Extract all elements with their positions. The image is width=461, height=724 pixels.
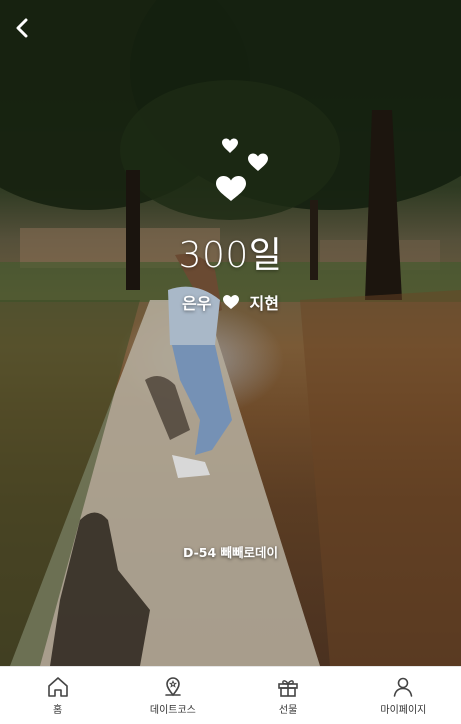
anniversary-title: 300일: [178, 235, 283, 276]
tab-mypage[interactable]: 마이페이지: [353, 667, 453, 724]
dday-countdown: D-54 빼빼로데이: [182, 545, 279, 560]
tab-label: 마이페이지: [380, 705, 427, 716]
heart-icon: [216, 176, 246, 201]
gift-icon: [278, 680, 298, 697]
map-pin-icon: [165, 677, 181, 697]
tab-gift[interactable]: 선물: [238, 667, 338, 724]
couple-names: 은우 지현: [0, 290, 461, 314]
heart-icon: [248, 153, 268, 171]
tab-date-course[interactable]: 데이트코스: [123, 667, 223, 724]
tab-label: 데이트코스: [149, 705, 196, 716]
heart-icon: [222, 138, 238, 153]
user-icon: [394, 677, 413, 697]
home-icon: [47, 677, 68, 697]
bottom-tab-bar: 홈 데이트코스 선물 마이페이지: [0, 666, 461, 724]
heart-icon: [222, 295, 239, 309]
partner-right-name: 지현: [249, 294, 279, 313]
floating-hearts: [216, 138, 268, 201]
tab-label: 홈: [53, 705, 63, 716]
tab-label: 선물: [278, 705, 298, 716]
partner-left-name: 은우: [182, 294, 212, 313]
tab-home[interactable]: 홈: [8, 667, 108, 724]
